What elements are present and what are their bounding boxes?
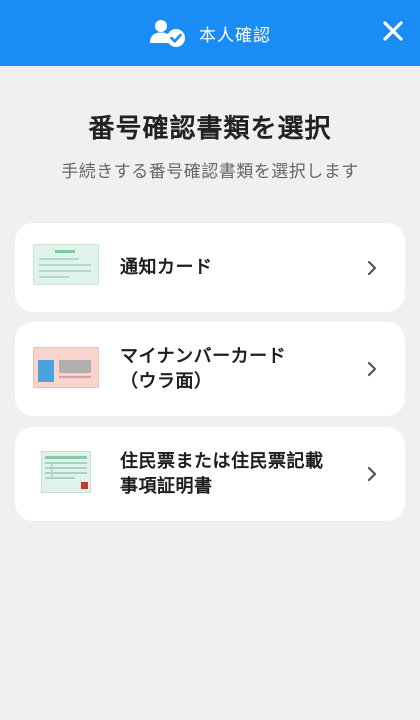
- residence-certificate-icon: [41, 451, 93, 499]
- header-bar: 本人確認: [0, 0, 420, 66]
- chevron-right-icon: [365, 359, 379, 379]
- option-residence-certificate[interactable]: 住民票または住民票記載 事項証明書: [15, 427, 405, 521]
- option-label: 通知カード: [120, 255, 213, 280]
- chevron-right-icon: [365, 258, 379, 278]
- header-title: 本人確認: [199, 25, 271, 46]
- close-icon: [383, 21, 403, 45]
- option-label-line2: （ウラ面）: [120, 371, 213, 392]
- header-center: 本人確認: [0, 0, 420, 66]
- user-check-icon: [149, 17, 187, 49]
- option-label-line2: 事項証明書: [120, 476, 213, 497]
- page-title: 番号確認書類を選択: [88, 114, 332, 144]
- option-mynumber-card-back[interactable]: マイナンバーカード （ウラ面）: [15, 322, 405, 416]
- close-button[interactable]: [376, 16, 410, 50]
- option-label: マイナンバーカード （ウラ面）: [120, 344, 286, 394]
- option-notification-card[interactable]: 通知カード: [15, 223, 405, 312]
- option-label-line1: 住民票または住民票記載: [120, 451, 324, 472]
- option-label-line1: 通知カード: [120, 257, 213, 278]
- mynumber-card-back-icon: [33, 347, 101, 395]
- option-label: 住民票または住民票記載 事項証明書: [120, 449, 324, 499]
- chevron-right-icon: [365, 464, 379, 484]
- notification-card-icon: [33, 244, 101, 292]
- page-subtitle: 手続きする番号確認書類を選択します: [61, 162, 359, 182]
- option-label-line1: マイナンバーカード: [120, 346, 287, 367]
